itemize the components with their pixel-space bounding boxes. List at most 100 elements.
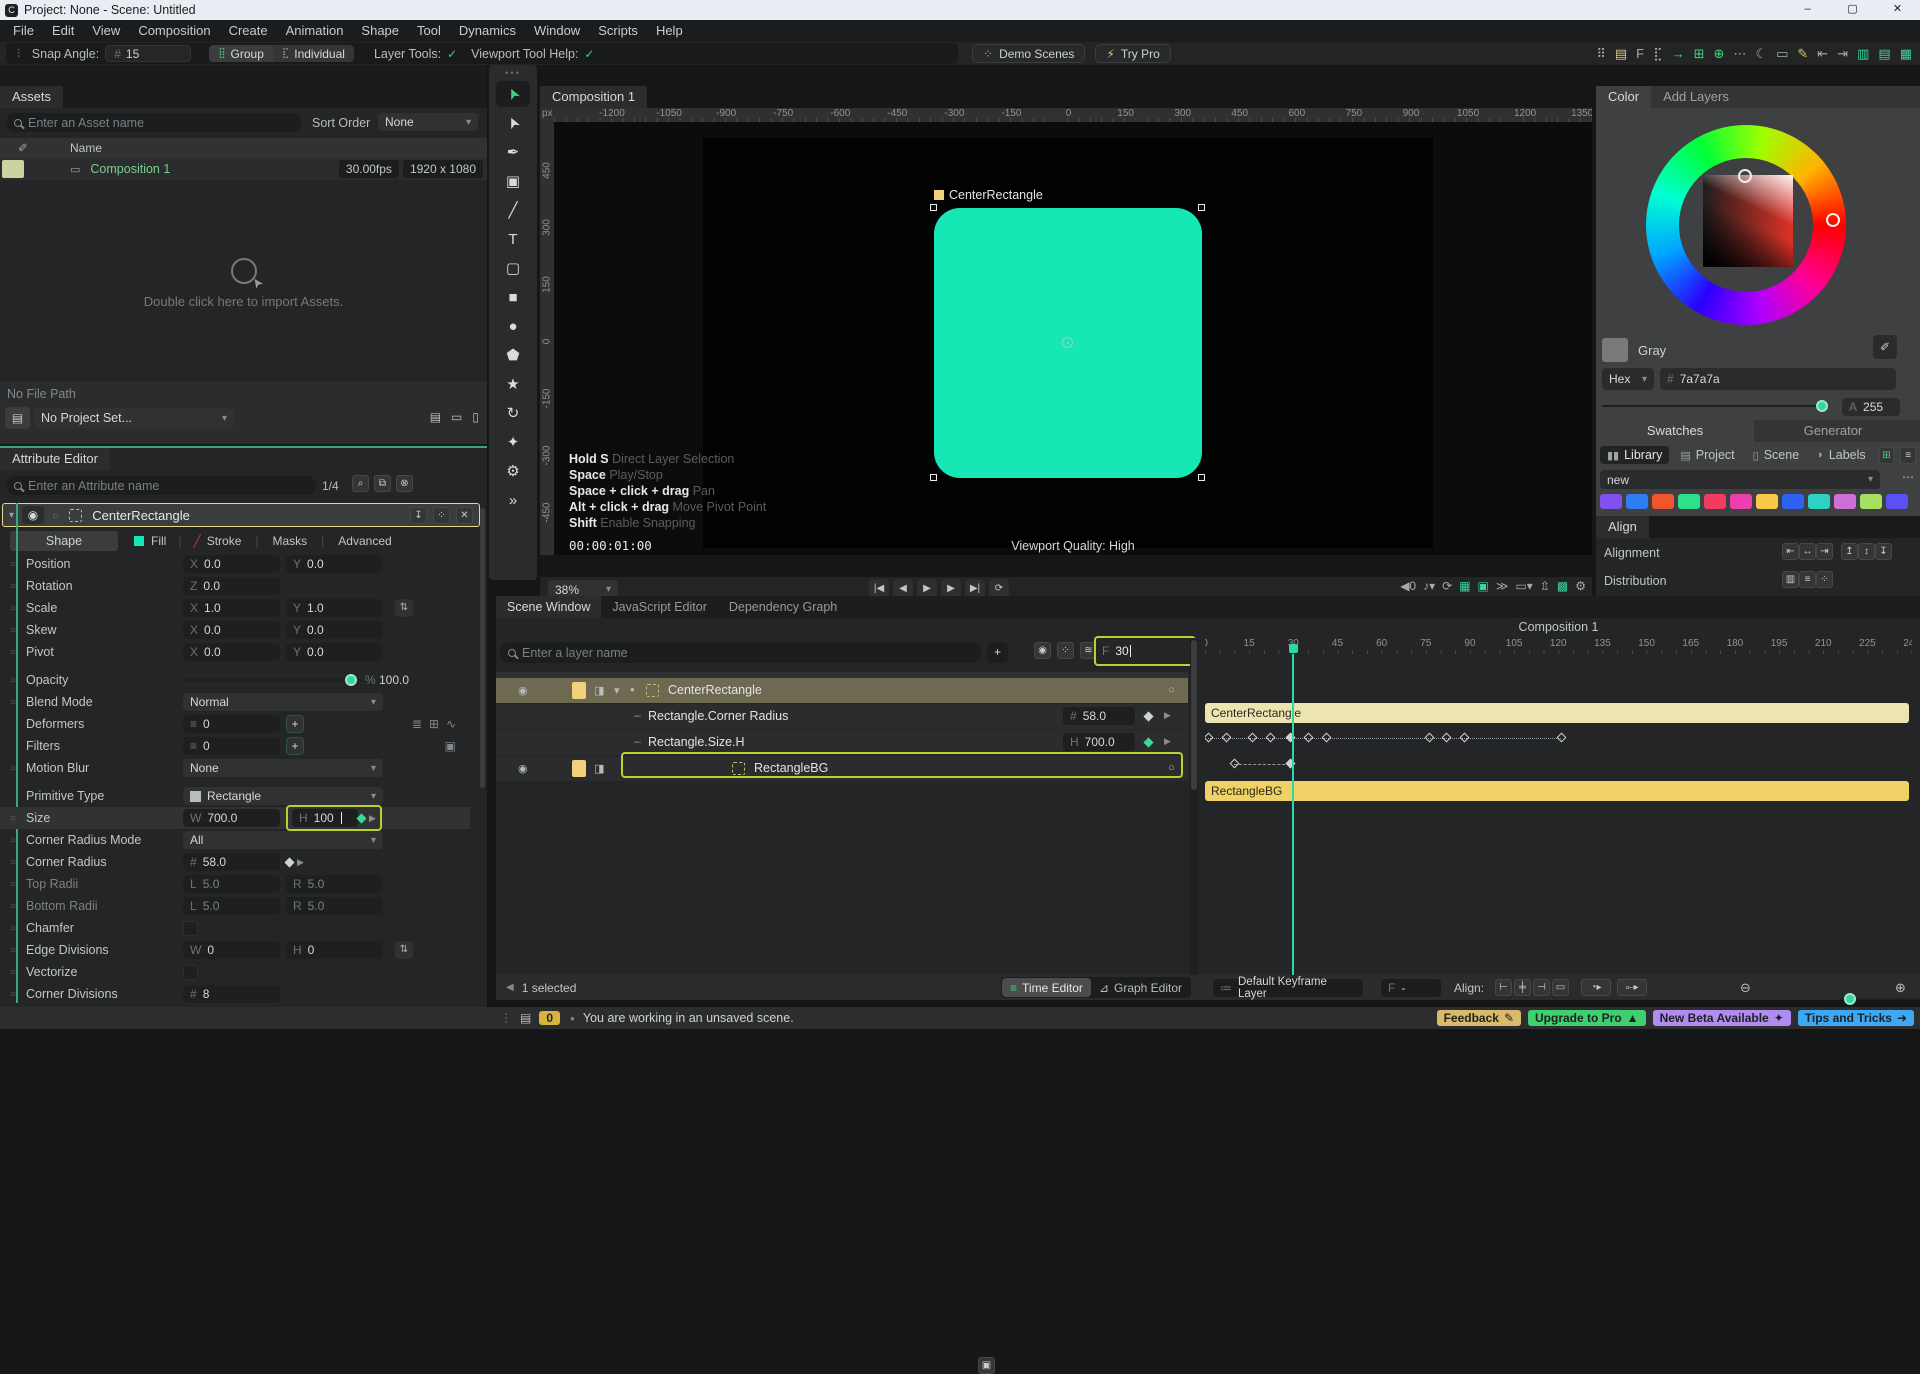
attr-field[interactable]: X 0.0 <box>183 555 280 573</box>
tab-javascript-editor[interactable]: JavaScript Editor <box>601 596 717 618</box>
add-layer-button[interactable]: + <box>987 642 1008 663</box>
count-field[interactable]: ≡ 0 <box>183 737 280 755</box>
track-row[interactable]: CenterRectangle <box>1205 700 1912 726</box>
expand-icon[interactable]: ≫ <box>1496 579 1509 593</box>
asset-name[interactable]: Composition 1 <box>90 162 170 176</box>
keyframe-diamond[interactable] <box>1459 732 1470 743</box>
keyframe-arrow-icon[interactable]: ▶ <box>1164 736 1171 747</box>
keyframe-layer-select[interactable]: ≔ Default Keyframe Layer <box>1213 976 1363 1000</box>
maximize-button[interactable]: ▢ <box>1830 0 1875 20</box>
align-v-center-icon[interactable]: ↕ <box>1858 543 1875 560</box>
snap-playhead-icon[interactable]: ▭ <box>1552 979 1569 996</box>
attribute-value-field[interactable]: H 700.0 <box>1063 733 1135 751</box>
snap-center-icon[interactable]: ╪ <box>1514 979 1531 996</box>
tab-swatches[interactable]: Swatches <box>1596 420 1754 442</box>
arc-tool[interactable]: ↻ <box>496 400 530 426</box>
menu-view[interactable]: View <box>83 20 129 42</box>
source-library[interactable]: ▮▮ Library <box>1600 446 1670 464</box>
menu-dynamics[interactable]: Dynamics <box>450 20 525 42</box>
visibility-icon[interactable]: ◉ <box>518 684 528 697</box>
attr-select[interactable]: None ▾ <box>183 759 383 777</box>
corner-handle[interactable] <box>1198 204 1205 211</box>
attribute-scrollbar[interactable] <box>480 508 485 788</box>
attr-field[interactable]: R 5.0 <box>286 875 383 893</box>
key-slope-icon[interactable]: ⟜▸ <box>1617 979 1647 996</box>
time-editor-button[interactable]: ≡ Time Editor <box>1002 978 1091 997</box>
panel-icon[interactable]: ▤ <box>1615 46 1627 62</box>
render-settings-icon[interactable]: ⚙ <box>1575 579 1586 593</box>
slider-handle[interactable] <box>345 674 357 686</box>
asset-search-input[interactable]: Enter an Asset name <box>6 113 302 132</box>
pen-tool[interactable]: ✒ <box>496 139 530 165</box>
swatch-chip[interactable] <box>1626 494 1648 509</box>
add-button[interactable]: + <box>286 737 304 755</box>
minimize-button[interactable]: – <box>1785 0 1830 20</box>
attr-select[interactable]: Normal ▾ <box>183 693 383 711</box>
add-circle-icon[interactable]: ⊕ <box>1714 46 1725 62</box>
ellipse-tool[interactable]: ● <box>496 313 530 339</box>
keyframe-diamond[interactable] <box>1441 732 1452 743</box>
alpha-slider[interactable] <box>1602 400 1828 412</box>
onion-skin-icon[interactable]: ◉ <box>1034 642 1051 659</box>
list-view-icon[interactable]: ≡ <box>1900 446 1916 464</box>
monitor-icon[interactable]: ▭▾ <box>1515 579 1532 593</box>
align-right-icon[interactable]: ⇥ <box>1816 543 1833 560</box>
snap-angle-field[interactable]: # 15 <box>105 45 192 62</box>
add-attribute-icon[interactable]: ⁘ <box>433 506 450 524</box>
align-h-center-icon[interactable]: ↔ <box>1799 543 1816 560</box>
pivot-point[interactable] <box>1062 337 1073 348</box>
track-row[interactable]: RectangleBG <box>1205 778 1912 804</box>
keyframe-diamond-icon[interactable] <box>1143 737 1154 748</box>
align-text-left-icon[interactable]: ⇤ <box>1817 46 1828 62</box>
promote-icon[interactable]: ⧉ <box>374 475 391 492</box>
attr-field[interactable]: R 5.0 <box>286 897 383 915</box>
menu-file[interactable]: File <box>4 20 43 42</box>
menu-help[interactable]: Help <box>647 20 692 42</box>
keyframe-diamond[interactable] <box>1285 732 1296 743</box>
attr-field[interactable]: L 5.0 <box>183 897 280 915</box>
tab-masks[interactable]: Masks <box>273 534 308 548</box>
menu-tool[interactable]: Tool <box>408 20 450 42</box>
swatch-chip[interactable] <box>1860 494 1882 509</box>
extra-icon[interactable]: ▣ <box>445 739 456 753</box>
attr-select[interactable]: Rectangle ▾ <box>183 787 383 805</box>
hue-handle[interactable] <box>1826 213 1840 227</box>
attr-field[interactable]: Z 0.0 <box>183 577 280 595</box>
line-tool[interactable]: ╱ <box>496 197 530 223</box>
tab-add-layers[interactable]: Add Layers <box>1651 86 1741 108</box>
align-bottom-icon[interactable]: ↧ <box>1875 543 1892 560</box>
tab-scene-window[interactable]: Scene Window <box>496 596 602 618</box>
attribute-value-field[interactable]: #58.0 <box>1063 707 1135 725</box>
swatch-chip[interactable] <box>1808 494 1830 509</box>
column-view-icon[interactable]: ▥ <box>1857 46 1869 62</box>
row-view-icon[interactable]: ▤ <box>1878 46 1890 62</box>
collapse-chevron-icon[interactable]: ▾ <box>614 684 620 697</box>
star-tool[interactable]: ★ <box>496 371 530 397</box>
playhead-line[interactable] <box>1292 654 1295 975</box>
align-left-icon[interactable]: ⇤ <box>1782 543 1799 560</box>
extra-icon[interactable]: ⊞ <box>429 717 439 731</box>
tab-generator[interactable]: Generator <box>1754 420 1912 442</box>
sv-handle[interactable] <box>1738 169 1752 183</box>
layer-bar-rectanglebg[interactable]: RectangleBG <box>1205 781 1909 801</box>
layer-row-centerrectangle[interactable]: ◉ ◨ ▾ ● CenterRectangle ○ <box>496 678 1188 704</box>
corner-handle[interactable] <box>1198 474 1205 481</box>
project-set-select[interactable]: No Project Set... ▾ <box>34 408 234 428</box>
frame-value[interactable]: 30 <box>1115 644 1128 658</box>
attr-field[interactable]: W 700.0 <box>183 809 280 827</box>
layer-color-chip[interactable] <box>572 682 586 699</box>
console-icon[interactable]: ▤ <box>520 1011 531 1025</box>
keyframe-diamond-icon[interactable] <box>1143 711 1154 722</box>
keyframe-diamond[interactable] <box>1321 732 1332 743</box>
frame-skip-badge[interactable]: ◀0 <box>1400 579 1416 593</box>
attribute-search-input[interactable]: Enter an Attribute name <box>6 476 316 495</box>
zoom-in-icon[interactable]: ⊕ <box>1895 980 1906 996</box>
tab-attribute-editor[interactable]: Attribute Editor <box>0 448 110 470</box>
attr-field[interactable]: Y 1.0 <box>286 599 383 617</box>
visibility-icon[interactable]: ◉ <box>22 506 45 524</box>
individual-mode-button[interactable]: ⣏ Individual <box>272 45 354 62</box>
selection-grid-icon[interactable]: ⣏ <box>1653 46 1663 62</box>
layer-tools-check-icon[interactable]: ✓ <box>447 47 457 61</box>
attr-field[interactable]: L 5.0 <box>183 875 280 893</box>
add-button[interactable]: + <box>286 715 304 733</box>
